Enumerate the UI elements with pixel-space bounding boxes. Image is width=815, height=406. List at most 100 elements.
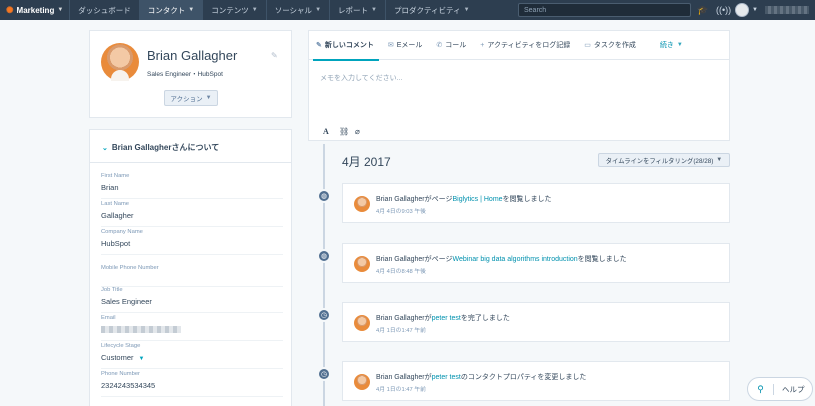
contact-title: Sales Engineer・HubSpot — [147, 71, 223, 78]
edit-pencil-icon[interactable]: ✎ — [271, 51, 278, 60]
academy-icon[interactable]: 🎓 — [697, 3, 708, 17]
attachment-icon[interactable]: ⌀ — [355, 127, 360, 136]
avatar[interactable] — [735, 3, 749, 17]
property-company-name[interactable]: Company Name HubSpot — [101, 229, 283, 255]
tab-more[interactable]: 続き ▼ — [653, 31, 690, 60]
tab-new-note[interactable]: ✎ 新しいコメント — [309, 31, 381, 61]
nav-item-social[interactable]: ソーシャル ▼ — [265, 0, 329, 20]
actions-button[interactable]: アクション ▼ — [164, 90, 218, 106]
chevron-down-icon: ▼ — [315, 7, 322, 13]
event-prefix: Brian Gallagherが — [376, 374, 432, 381]
event-text: Brian GallagherがページBiglytics | Homeを閲覧しま… — [376, 194, 552, 204]
event-link[interactable]: Webinar big data algorithms introduction — [453, 256, 578, 263]
nav-item-label: コンタクト — [147, 5, 186, 15]
event-link[interactable]: peter test — [432, 315, 461, 322]
nav-item-label: レポート — [338, 5, 369, 15]
phone-icon: ✆ — [436, 42, 443, 49]
chevron-down-icon: ▼ — [371, 7, 377, 13]
search-icon: ⚲ — [748, 383, 774, 395]
nav-item-contacts[interactable]: コンタクト ▼ — [138, 0, 203, 20]
about-section-toggle[interactable]: ⌄ Brian Gallagherさんについて — [102, 142, 219, 153]
tab-label: Eメール — [396, 42, 423, 49]
timeline-event[interactable]: Brian Gallagherがpeter testを完了しました 4月 1日の… — [342, 302, 730, 342]
property-value: Gallagher — [101, 211, 134, 220]
nav-item-label: ダッシュボード — [78, 5, 131, 15]
tab-create-task[interactable]: ▭ タスクを作成 — [577, 31, 643, 60]
activity-composer: ✎ 新しいコメント ✉ Eメール ✆ コール + アクティビティをログ記録 ▭ タスクを作… — [308, 30, 730, 141]
brand-label: Marketing — [16, 5, 55, 15]
event-prefix: Brian Gallagherがページ — [376, 256, 453, 263]
tab-label: 新しいコメント — [324, 42, 374, 49]
chevron-down-icon[interactable]: ▼ — [139, 356, 145, 362]
property-label: First Name — [101, 173, 130, 179]
tab-call[interactable]: ✆ コール — [429, 31, 473, 60]
clock-icon: ◷ — [317, 367, 331, 381]
event-link[interactable]: Biglytics | Home — [453, 196, 503, 203]
tab-log-activity[interactable]: + アクティビティをログ記録 — [473, 31, 577, 60]
clock-icon: ◷ — [317, 308, 331, 322]
property-value: Customer — [101, 353, 134, 362]
property-phone-number[interactable]: Phone Number 2324243534345 — [101, 371, 283, 397]
avatar — [354, 256, 370, 272]
timeline-event[interactable]: Brian GallagherがページBiglytics | Homeを閲覧しま… — [342, 183, 730, 223]
event-text: Brian GallagherがページWebinar big data algo… — [376, 254, 627, 264]
event-time: 4月 1日の1:47 午前 — [376, 328, 426, 334]
search-input[interactable]: Search — [518, 3, 691, 17]
actions-button-label: アクション — [170, 96, 203, 103]
help-button[interactable]: ⚲ ヘルプ — [747, 377, 813, 401]
tab-email[interactable]: ✉ Eメール — [381, 31, 430, 60]
property-value: HubSpot — [101, 239, 131, 248]
nav-item-content[interactable]: コンテンツ ▼ — [202, 0, 265, 20]
top-nav: ✺ Marketing ▼ ダッシュボード コンタクト ▼ コンテンツ ▼ ソーシャ… — [0, 0, 815, 20]
property-first-name[interactable]: First Name Brian — [101, 173, 283, 199]
timeline-month: 4月 2017 — [342, 155, 391, 169]
chevron-down-icon: ▼ — [716, 157, 723, 163]
chevron-down-icon[interactable]: ▼ — [752, 3, 758, 17]
nav-item-dashboard[interactable]: ダッシュボード — [69, 0, 139, 20]
link-icon[interactable]: ⛓ — [339, 127, 349, 136]
composer-tabs: ✎ 新しいコメント ✉ Eメール ✆ コール + アクティビティをログ記録 ▭ タスクを作… — [309, 31, 729, 61]
account-name-redacted — [765, 6, 809, 14]
timeline-event[interactable]: Brian GallagherがページWebinar big data algo… — [342, 243, 730, 283]
property-label: Mobile Phone Number — [101, 265, 159, 271]
chevron-down-icon: ▼ — [57, 7, 64, 13]
notifications-icon[interactable]: ((•)) — [716, 3, 731, 17]
profile-card: Brian Gallagher Sales Engineer・HubSpot ✎… — [89, 30, 292, 118]
property-mobile-phone[interactable]: Mobile Phone Number — [101, 265, 283, 287]
avatar — [354, 374, 370, 390]
filter-timeline-button[interactable]: タイムラインをフィルタリング(28/28) ▼ — [598, 153, 730, 167]
property-email[interactable]: Email — [101, 315, 283, 341]
timeline-event[interactable]: Brian Gallagherがpeter testのコンタクトプロパティを変更… — [342, 361, 730, 401]
help-label: ヘルプ — [782, 384, 805, 394]
chevron-down-icon: ▼ — [205, 95, 212, 101]
property-job-title[interactable]: Job Title Sales Engineer — [101, 287, 283, 313]
chevron-down-icon: ▼ — [188, 7, 195, 13]
event-link[interactable]: peter test — [432, 374, 461, 381]
event-text: Brian Gallagherがpeter testのコンタクトプロパティを変更… — [376, 372, 586, 382]
event-prefix: Brian Gallagherがページ — [376, 196, 453, 203]
nav-item-productivity[interactable]: プロダクティビティ ▼ — [384, 0, 478, 20]
event-time: 4月 1日の1:47 午前 — [376, 387, 426, 393]
property-lifecycle-stage[interactable]: Lifecycle Stage Customer ▼ — [101, 343, 283, 369]
about-heading: Brian Gallagherさんについて — [111, 143, 220, 152]
brand-menu[interactable]: ✺ Marketing ▼ — [0, 0, 69, 20]
email-value-redacted — [101, 326, 181, 333]
chevron-down-icon: ▼ — [463, 7, 470, 13]
property-label: Job Title — [101, 287, 123, 293]
property-value — [101, 275, 283, 284]
event-suffix: を閲覧しました — [502, 196, 552, 203]
hubspot-logo-icon: ✺ — [6, 4, 14, 15]
search-placeholder: Search — [524, 6, 547, 14]
globe-icon: ◍ — [317, 189, 331, 203]
property-value: Sales Engineer — [101, 297, 152, 306]
property-last-name[interactable]: Last Name Gallagher — [101, 201, 283, 227]
email-icon: ✉ — [387, 42, 394, 49]
chevron-down-icon: ▼ — [251, 7, 258, 13]
avatar — [101, 43, 139, 81]
note-input[interactable]: メモを入力してください... — [320, 73, 402, 83]
event-prefix: Brian Gallagherが — [376, 315, 432, 322]
globe-icon: ◍ — [317, 249, 331, 263]
plus-icon: + — [480, 41, 485, 49]
text-format-icon[interactable]: A — [323, 127, 329, 136]
nav-item-reports[interactable]: レポート ▼ — [329, 0, 385, 20]
